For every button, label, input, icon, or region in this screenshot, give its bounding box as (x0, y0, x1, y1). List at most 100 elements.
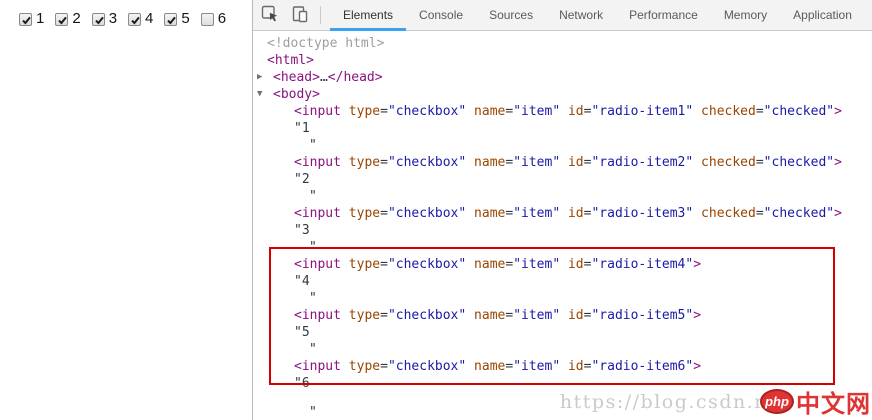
code-token: id (568, 104, 584, 119)
checkbox-item: 1 (19, 10, 44, 28)
code-token: "radio-item1" (591, 104, 693, 119)
code-token: = (505, 155, 513, 170)
code-token: > (693, 308, 701, 323)
code-token (341, 257, 349, 272)
code-token: " (309, 138, 317, 153)
code-token (466, 104, 474, 119)
code-line[interactable]: <input type="checkbox" name="item" id="r… (254, 256, 872, 273)
checkbox-label: 3 (109, 10, 117, 28)
tab-network[interactable]: Network (546, 0, 616, 30)
code-line[interactable]: <input type="checkbox" name="item" id="r… (254, 103, 872, 120)
collapse-arrow-icon[interactable]: ▼ (257, 86, 262, 103)
code-token (560, 155, 568, 170)
code-token: id (568, 308, 584, 323)
code-line[interactable]: "3 (254, 222, 872, 239)
code-token: "checked" (764, 155, 834, 170)
checkbox-label: 1 (36, 10, 44, 28)
code-token: <input (294, 257, 341, 272)
code-token: = (380, 206, 388, 221)
screenshot-root: 123456 Elem (0, 0, 872, 420)
code-token: type (349, 257, 380, 272)
code-line[interactable]: <!doctype html> (254, 35, 872, 52)
checkbox-6[interactable] (201, 13, 214, 26)
code-line[interactable]: " (254, 137, 872, 154)
code-token: = (505, 206, 513, 221)
code-token: … (320, 70, 328, 85)
php-logo-text: php (765, 395, 789, 408)
code-line[interactable]: <input type="checkbox" name="item" id="r… (254, 205, 872, 222)
code-line[interactable]: " (254, 290, 872, 307)
code-token (560, 104, 568, 119)
code-line[interactable]: <html> (254, 52, 872, 69)
code-token: = (505, 104, 513, 119)
watermark: https://blog.csdn.n php 中文网 (560, 384, 871, 419)
code-token (466, 359, 474, 374)
code-token: name (474, 206, 505, 221)
code-token: "item" (513, 308, 560, 323)
code-token: = (380, 155, 388, 170)
tab-sources[interactable]: Sources (476, 0, 546, 30)
code-line[interactable]: "1 (254, 120, 872, 137)
code-token: type (349, 206, 380, 221)
code-token: <input (294, 155, 341, 170)
code-line[interactable]: " (254, 341, 872, 358)
code-token: <!doctype html> (267, 36, 384, 51)
code-token: "item" (513, 104, 560, 119)
code-token: "2 (294, 172, 310, 187)
checkbox-1[interactable] (19, 13, 32, 26)
code-token (341, 206, 349, 221)
code-line[interactable]: <input type="checkbox" name="item" id="r… (254, 307, 872, 324)
code-token: = (505, 359, 513, 374)
device-toolbar-button[interactable] (287, 2, 313, 28)
code-token: name (474, 257, 505, 272)
inspect-icon (260, 4, 280, 27)
code-token (341, 359, 349, 374)
code-line[interactable]: <input type="checkbox" name="item" id="r… (254, 154, 872, 171)
code-token: checked (701, 104, 756, 119)
rendered-page: 123456 (0, 0, 252, 420)
code-token (466, 155, 474, 170)
tab-elements[interactable]: Elements (330, 0, 406, 30)
code-token: "1 (294, 121, 310, 136)
tab-application[interactable]: Application (780, 0, 865, 30)
code-token: "checked" (764, 206, 834, 221)
code-token: type (349, 308, 380, 323)
code-token (466, 308, 474, 323)
checkbox-2[interactable] (55, 13, 68, 26)
code-line[interactable]: "4 (254, 273, 872, 290)
code-line[interactable]: <input type="checkbox" name="item" id="r… (254, 358, 872, 375)
code-line[interactable]: " (254, 188, 872, 205)
checkbox-5[interactable] (164, 13, 177, 26)
code-token: id (568, 257, 584, 272)
tab-memory[interactable]: Memory (711, 0, 780, 30)
expand-arrow-icon[interactable]: ▶ (257, 69, 262, 86)
code-token: "radio-item2" (591, 155, 693, 170)
code-token: <input (294, 359, 341, 374)
code-token: "radio-item4" (591, 257, 693, 272)
code-line[interactable]: ▶<head>…</head> (254, 69, 872, 86)
watermark-url: https://blog.csdn.n (560, 391, 768, 413)
code-token: "checkbox" (388, 359, 466, 374)
inspect-element-button[interactable] (257, 2, 283, 28)
code-token: checked (701, 206, 756, 221)
code-token: " (309, 342, 317, 357)
code-token: "4 (294, 274, 310, 289)
code-line[interactable]: "5 (254, 324, 872, 341)
tab-performance[interactable]: Performance (616, 0, 711, 30)
code-line[interactable]: " (254, 239, 872, 256)
code-token: "checkbox" (388, 104, 466, 119)
checkmark-icon (56, 14, 69, 27)
tab-console[interactable]: Console (406, 0, 476, 30)
code-token: <head> (273, 70, 320, 85)
checkbox-4[interactable] (128, 13, 141, 26)
code-token: name (474, 155, 505, 170)
code-token: > (834, 206, 842, 221)
code-line[interactable]: "2 (254, 171, 872, 188)
devtools-panel: ElementsConsoleSourcesNetworkPerformance… (252, 0, 872, 420)
code-line[interactable]: ▼<body> (254, 86, 872, 103)
checkbox-3[interactable] (92, 13, 105, 26)
checkbox-item: 5 (164, 10, 189, 28)
code-token: <input (294, 308, 341, 323)
code-token: " (309, 291, 317, 306)
device-toolbar-icon (290, 4, 310, 27)
